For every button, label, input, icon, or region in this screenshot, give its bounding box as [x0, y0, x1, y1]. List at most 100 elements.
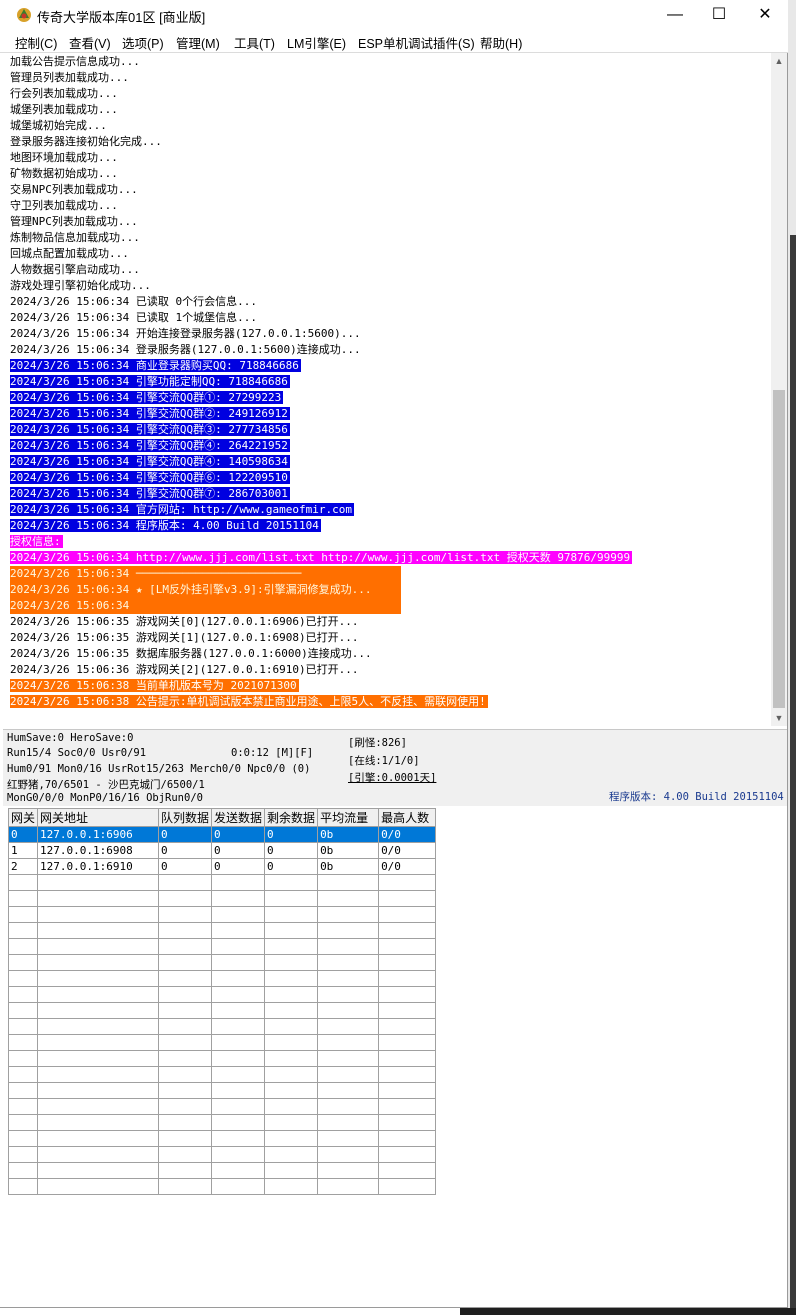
column-header[interactable]: 队列数据 — [158, 808, 213, 827]
table-row[interactable]: 2 127.0.0.1:6910 0 0 0 0b 0/0 — [7, 858, 437, 875]
log-line: 2024/3/26 15:06:38 公告提示:单机调试版本禁止商业用途、上限5… — [10, 694, 488, 710]
table-row-empty[interactable] — [7, 1018, 437, 1035]
menu-esp-plugin[interactable]: ESP单机调试插件(S) — [358, 33, 475, 52]
table-row[interactable]: 1 127.0.0.1:6908 0 0 0 0b 0/0 — [7, 842, 437, 859]
table-cell — [158, 938, 213, 955]
log-line: 登录服务器连接初始化完成... — [10, 134, 162, 150]
status-engine[interactable]: [引擎:0.0001天] — [348, 770, 436, 785]
status-run: Run15/4 Soc0/0 Usr0/91 — [7, 747, 147, 759]
column-header[interactable]: 发送数据 — [211, 808, 266, 827]
table-cell — [264, 922, 319, 939]
table-cell: 0 — [264, 826, 319, 843]
table-row-empty[interactable] — [7, 938, 437, 955]
log-line: 城堡城初始完成... — [10, 118, 107, 134]
menu-lm-engine[interactable]: LM引擎(E) — [287, 33, 346, 52]
log-text: 2024/3/26 15:06:34 引擎功能定制QQ: 718846686 — [10, 375, 290, 388]
table-cell: 0b — [317, 826, 380, 843]
table-cell — [37, 986, 160, 1003]
log-line: 2024/3/26 15:06:34 引擎交流QQ群⑥: 122209510 — [10, 470, 290, 486]
table-row-empty[interactable] — [7, 1050, 437, 1067]
table-cell: 0/0 — [378, 858, 437, 875]
table-cell — [158, 1034, 213, 1051]
table-cell — [264, 1034, 319, 1051]
table-cell — [37, 1034, 160, 1051]
maximize-button[interactable]: ☐ — [696, 0, 742, 30]
table-row[interactable]: 0 127.0.0.1:6906 0 0 0 0b 0/0 — [7, 826, 437, 843]
menu-help[interactable]: 帮助(H) — [480, 33, 522, 52]
log-text: 管理员列表加载成功... — [10, 71, 129, 84]
table-cell — [211, 906, 266, 923]
table-row-empty[interactable] — [7, 1130, 437, 1147]
table-cell — [37, 1082, 160, 1099]
log-scrollbar[interactable]: ▲ ▼ — [771, 53, 787, 726]
log-text: 2024/3/26 15:06:34 登录服务器(127.0.0.1:5600)… — [10, 343, 361, 356]
table-row-empty[interactable] — [7, 1162, 437, 1179]
table-row-empty[interactable] — [7, 1002, 437, 1019]
table-row-empty[interactable] — [7, 954, 437, 971]
status-panel: HumSave:0 HeroSave:0 Run15/4 Soc0/0 Usr0… — [3, 729, 787, 806]
column-header[interactable]: 剩余数据 — [264, 808, 319, 827]
table-cell — [158, 906, 213, 923]
table-row-empty[interactable] — [7, 922, 437, 939]
table-row-empty[interactable] — [7, 970, 437, 987]
column-header[interactable]: 网关 — [7, 808, 39, 827]
menu-manage[interactable]: 管理(M) — [176, 33, 220, 52]
menu-view[interactable]: 查看(V) — [69, 33, 111, 52]
status-time: 0:0:12 [M][F] — [231, 747, 314, 759]
scroll-up-icon[interactable]: ▲ — [771, 53, 787, 69]
log-text: 2024/3/26 15:06:38 当前单机版本号为 2021071300 — [10, 679, 299, 692]
table-row-empty[interactable] — [7, 1082, 437, 1099]
table-cell — [317, 906, 380, 923]
table-row-empty[interactable] — [7, 1146, 437, 1163]
title-bar[interactable]: 传奇大学版本库01区 [商业版] — ☐ ✕ — [0, 0, 788, 30]
table-cell — [317, 1034, 380, 1051]
table-cell — [317, 1082, 380, 1099]
table-row-empty[interactable] — [7, 1034, 437, 1051]
scroll-thumb[interactable] — [773, 390, 785, 708]
column-header[interactable]: 最高人数 — [378, 808, 437, 827]
table-cell: 1 — [7, 842, 39, 859]
table-cell — [7, 1130, 39, 1147]
scroll-down-icon[interactable]: ▼ — [771, 710, 787, 726]
menu-control[interactable]: 控制(C) — [15, 33, 57, 52]
table-cell — [158, 1018, 213, 1035]
log-text: 2024/3/26 15:06:34 已读取 0个行会信息... — [10, 295, 257, 308]
log-line: 2024/3/26 15:06:34 引擎交流QQ群②: 249126912 — [10, 406, 290, 422]
table-row-empty[interactable] — [7, 1098, 437, 1115]
table-row-empty[interactable] — [7, 986, 437, 1003]
table-cell — [264, 1178, 319, 1195]
table-cell — [158, 1178, 213, 1195]
table-cell — [317, 874, 380, 891]
table-cell: 0 — [264, 842, 319, 859]
table-row-empty[interactable] — [7, 874, 437, 891]
table-cell — [7, 1162, 39, 1179]
table-cell — [158, 1002, 213, 1019]
log-text: 炼制物品信息加载成功... — [10, 231, 140, 244]
table-cell — [211, 986, 266, 1003]
table-row-empty[interactable] — [7, 906, 437, 923]
table-row-empty[interactable] — [7, 1066, 437, 1083]
table-cell — [7, 970, 39, 987]
table-cell — [378, 1082, 437, 1099]
column-header[interactable]: 网关地址 — [37, 808, 160, 827]
table-cell — [317, 1098, 380, 1115]
table-cell — [211, 922, 266, 939]
log-text: 2024/3/26 15:06:34 官方网站: http://www.game… — [10, 503, 355, 516]
table-row-empty[interactable] — [7, 1114, 437, 1131]
column-header[interactable]: 平均流量 — [317, 808, 380, 827]
gateway-table[interactable]: 网关 网关地址 队列数据 发送数据 剩余数据 平均流量 最高人数 0 127.0.0.1:69… — [7, 808, 437, 1195]
menu-tools[interactable]: 工具(T) — [234, 33, 275, 52]
log-text: 2024/3/26 15:06:34 http://www.jjj.com/li… — [10, 551, 633, 564]
log-text: 2024/3/26 15:06:34 引擎交流QQ群④: 140598634 — [10, 455, 290, 468]
minimize-button[interactable]: — — [652, 0, 698, 30]
table-cell — [7, 1066, 39, 1083]
log-panel[interactable]: 加载公告提示信息成功... 管理员列表加载成功... 行会列表加载成功... 城堡列表… — [8, 53, 771, 726]
menu-options[interactable]: 选项(P) — [122, 33, 164, 52]
table-cell — [37, 1130, 160, 1147]
close-button[interactable]: ✕ — [742, 0, 788, 30]
table-row-empty[interactable] — [7, 890, 437, 907]
table-cell: 2 — [7, 858, 39, 875]
table-cell — [317, 890, 380, 907]
table-row-empty[interactable] — [7, 1178, 437, 1195]
log-line: 守卫列表加载成功... — [10, 198, 118, 214]
